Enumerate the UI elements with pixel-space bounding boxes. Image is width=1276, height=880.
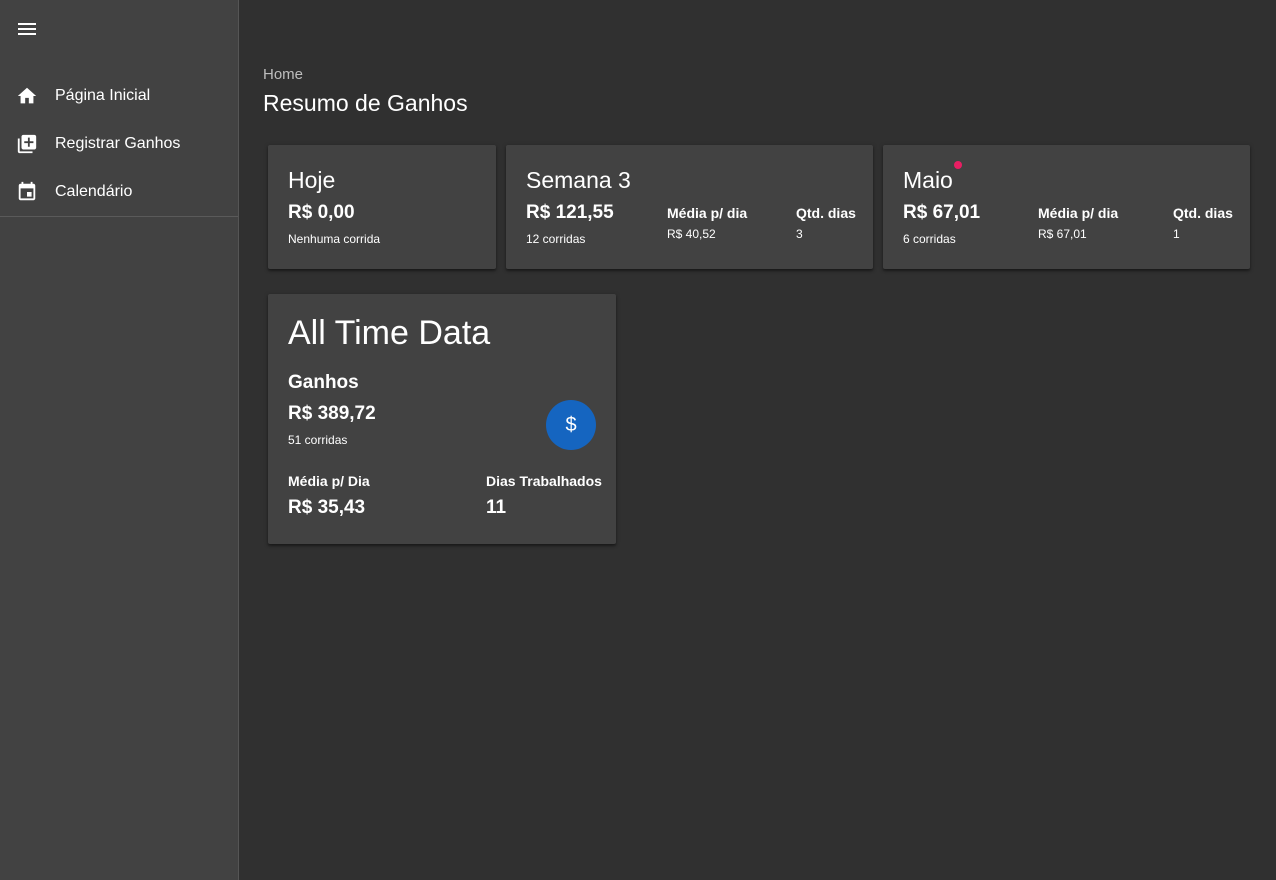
sidebar-item-pagina-inicial[interactable]: Página Inicial — [0, 72, 238, 120]
fab-symbol: $ — [565, 413, 577, 436]
rides-count: 51 corridas — [288, 433, 348, 447]
earnings-amount: R$ 0,00 — [288, 202, 355, 223]
sidebar-item-registrar-ganhos[interactable]: Registrar Ganhos — [0, 120, 238, 168]
avg-per-day-value: R$ 35,43 — [288, 497, 366, 518]
card-week: Semana 3 R$ 121,55 12 corridas Média p/ … — [506, 145, 873, 269]
avg-per-day-label: Média p/ Dia — [288, 473, 370, 489]
days-count-label: Qtd. dias — [1173, 205, 1233, 221]
page-title: Resumo de Ganhos — [263, 90, 468, 116]
dollar-icon[interactable]: $ — [546, 400, 596, 450]
card-month: Maio R$ 67,01 6 corridas Média p/ dia R$… — [883, 145, 1250, 269]
breadcrumb[interactable]: Home — [263, 66, 303, 83]
avg-per-day-label: Média p/ dia — [667, 205, 748, 221]
days-count-value: 3 — [796, 227, 803, 241]
add-library-icon — [16, 133, 38, 155]
rides-count: 6 corridas — [903, 232, 956, 246]
sidebar-item-label: Calendário — [55, 183, 133, 200]
earnings-amount: R$ 121,55 — [526, 202, 614, 223]
days-count-value: 1 — [1173, 227, 1180, 241]
card-title: All Time Data — [288, 314, 491, 352]
home-icon — [16, 85, 38, 107]
card-today: Hoje R$ 0,00 Nenhuma corrida — [268, 145, 496, 269]
earnings-amount: R$ 67,01 — [903, 202, 981, 223]
menu-icon[interactable] — [17, 20, 39, 38]
sidebar-item-label: Registrar Ganhos — [55, 135, 181, 152]
sidebar: Página Inicial Registrar Ganhos Calendár… — [0, 0, 239, 880]
sidebar-divider — [0, 216, 238, 217]
sidebar-item-label: Página Inicial — [55, 87, 151, 104]
avg-per-day-value: R$ 40,52 — [667, 227, 716, 241]
days-count-label: Qtd. dias — [796, 205, 856, 221]
days-worked-label: Dias Trabalhados — [486, 473, 602, 489]
card-title: Maio — [903, 167, 953, 193]
sidebar-item-calendario[interactable]: Calendário — [0, 168, 238, 216]
rides-count: 12 corridas — [526, 232, 586, 246]
earnings-amount: R$ 389,72 — [288, 403, 376, 424]
avg-per-day-label: Média p/ dia — [1038, 205, 1119, 221]
days-worked-value: 11 — [486, 497, 507, 518]
sidebar-nav: Página Inicial Registrar Ganhos Calendár… — [0, 72, 238, 216]
avg-per-day-value: R$ 67,01 — [1038, 227, 1087, 241]
card-title: Hoje — [288, 167, 336, 193]
notification-dot — [954, 161, 962, 169]
rides-count: Nenhuma corrida — [288, 232, 381, 246]
calendar-icon — [16, 181, 38, 203]
earnings-label: Ganhos — [288, 372, 359, 393]
card-title: Semana 3 — [526, 167, 631, 193]
